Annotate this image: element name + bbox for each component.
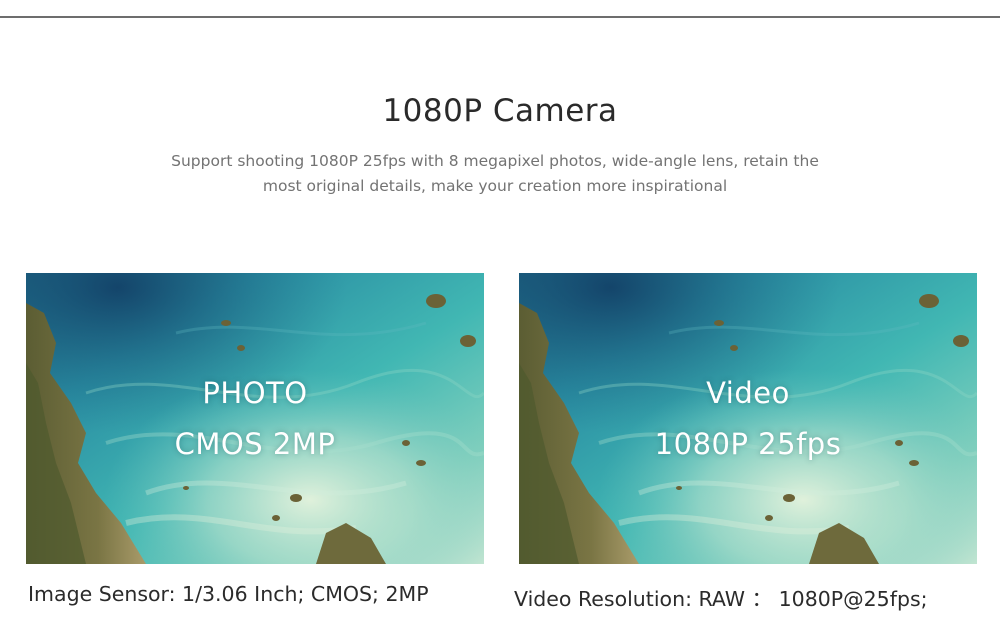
image-sensor-caption: Image Sensor: 1/3.06 Inch; CMOS; 2MP [28,582,429,606]
section-subtitle: Support shooting 1080P 25fps with 8 mega… [171,152,819,195]
product-section: 1080P Camera Support shooting 1080P 25fp… [0,0,1000,626]
video-card-spec: 1080P 25fps [654,427,842,461]
photo-card: PHOTO CMOS 2MP [26,273,484,564]
video-resolution-caption: Video Resolution: RAW ： 1080P@25fps; [514,587,928,611]
ocean-aerial-image [519,273,977,564]
section-title: 1080P Camera [382,93,618,129]
ocean-aerial-image [26,273,484,564]
video-card-heading: Video [706,376,790,410]
photo-card-spec: CMOS 2MP [174,427,336,461]
top-divider [0,16,1000,18]
video-card: Video 1080P 25fps [519,273,977,564]
photo-card-heading: PHOTO [202,376,308,410]
